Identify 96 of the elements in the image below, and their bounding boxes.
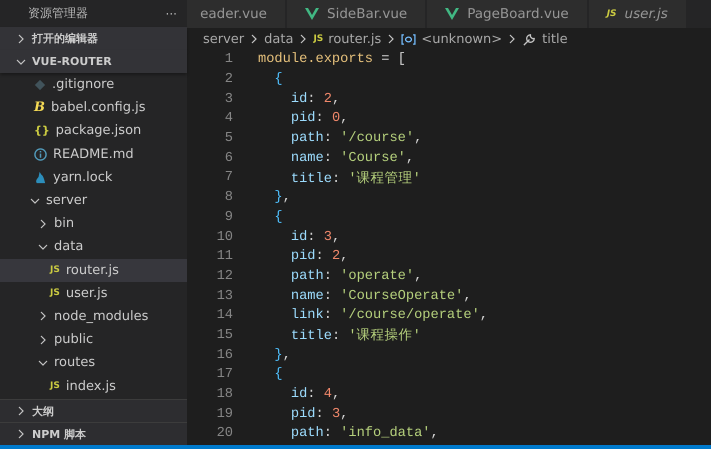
line-number: 9 [224, 210, 233, 225]
code-line: path: '/course', [290, 131, 422, 146]
vue-icon [445, 8, 460, 20]
chevron-right-icon[interactable] [16, 429, 26, 439]
info-icon [34, 148, 47, 161]
js-file-icon: JS [50, 381, 60, 392]
diamond-icon [34, 78, 46, 91]
folder-item[interactable]: public [0, 328, 187, 352]
breadcrumb-item[interactable]: <unknown> [401, 32, 502, 46]
code-line: title: '课程操作' [290, 327, 421, 344]
chevron-right-icon[interactable] [386, 34, 396, 44]
js-file-icon: JS [50, 288, 60, 298]
code-line: path: 'info_data', [290, 426, 439, 442]
more-actions[interactable]: ··· [166, 6, 177, 20]
js-file-icon: JS [313, 34, 324, 44]
code-line: name: 'Course', [290, 150, 414, 166]
chevron-right-icon[interactable] [298, 34, 308, 44]
code-line: path: 'operate', [290, 268, 422, 284]
folder-item[interactable]: data [0, 235, 187, 258]
code-line: { [273, 210, 283, 225]
line-number: 2 [224, 72, 233, 88]
section-header[interactable]: VUE-ROUTER [0, 50, 187, 73]
breadcrumb-item[interactable]: title [522, 32, 568, 46]
section-header[interactable]: 打开的编辑器 [0, 27, 187, 50]
chevron-right-icon[interactable] [38, 218, 48, 229]
code-line: id: 3, [290, 230, 340, 245]
line-number: 15 [216, 328, 233, 343]
code-line: }, [273, 190, 291, 206]
code-line: id: 4, [290, 387, 340, 402]
line-number: 10 [216, 230, 233, 245]
editor-tab[interactable]: PageBoard.vue [427, 0, 587, 28]
line-number: 14 [216, 308, 233, 324]
chevron-right-icon[interactable] [249, 34, 260, 44]
code-line: { [273, 72, 283, 88]
line-number: 13 [216, 288, 233, 304]
code-line: module.exports = [ [258, 52, 406, 68]
code-line: { [273, 367, 283, 382]
line-number: 1 [224, 52, 233, 68]
vue-icon [305, 8, 319, 20]
json-file-icon: {} [34, 124, 50, 138]
line-number: 5 [224, 131, 233, 146]
file-item[interactable]: JS index.js [0, 374, 187, 398]
chevron-down-icon[interactable] [38, 242, 48, 252]
chevron-down-icon[interactable] [16, 56, 26, 66]
chevron-right-icon[interactable] [507, 34, 518, 44]
js-file-icon: JS [50, 265, 60, 276]
line-number: 6 [224, 150, 233, 166]
line-number: 7 [224, 170, 233, 186]
wrench-icon [522, 32, 538, 46]
sidebar-title: 资源管理器 [28, 5, 88, 22]
file-item[interactable]: .gitignore [0, 73, 187, 96]
chevron-down-icon[interactable] [38, 358, 48, 368]
chevron-right-icon[interactable] [38, 334, 48, 345]
code-line: pid: 0, [290, 111, 348, 126]
chevron-down-icon[interactable] [30, 196, 40, 206]
section-header[interactable]: 大纲 [0, 399, 187, 422]
code-line: title: '课程管理' [290, 170, 421, 187]
variable-icon [401, 34, 416, 44]
chevron-right-icon[interactable] [16, 34, 26, 44]
chevron-right-icon[interactable] [16, 406, 26, 416]
code-line: id: 2, [290, 92, 340, 107]
file-item[interactable]: JS router.js [0, 258, 187, 282]
breadcrumb-item[interactable]: server [203, 32, 244, 46]
folder-item[interactable]: bin [0, 212, 187, 236]
editor-tab[interactable]: SideBar.vue [287, 0, 426, 28]
code-line: pid: 2, [290, 249, 348, 264]
file-item[interactable]: {} package.json [0, 119, 187, 143]
breadcrumb-item[interactable]: data [264, 32, 294, 46]
line-number: 11 [216, 249, 233, 264]
line-number: 17 [216, 367, 233, 382]
chevron-right-icon[interactable] [38, 311, 48, 322]
line-number: 16 [216, 348, 233, 363]
babel-file-icon: B [34, 100, 45, 116]
js-file-icon: JS [606, 9, 617, 19]
section-header[interactable]: NPM 脚本 [0, 422, 187, 445]
code-line: link: '/course/operate', [290, 308, 488, 324]
line-number: 3 [224, 92, 233, 107]
folder-item[interactable]: node_modules [0, 304, 187, 328]
line-number: 12 [216, 268, 233, 284]
folder-item[interactable]: server [0, 188, 187, 212]
line-number: 18 [216, 387, 233, 402]
line-number: 19 [216, 406, 233, 422]
line-number: 20 [216, 426, 233, 442]
file-item[interactable]: B babel.config.js [0, 96, 187, 120]
breadcrumb-item[interactable]: JS router.js [313, 32, 382, 46]
folder-item[interactable]: routes [0, 351, 187, 374]
file-item[interactable]: JS user.js [0, 282, 187, 305]
code-line: }, [273, 348, 291, 363]
file-item[interactable]: yarn.lock [0, 166, 187, 189]
code-line: pid: 3, [290, 406, 348, 422]
editor-tab[interactable]: eader.vue [187, 0, 285, 28]
file-item[interactable]: README.md [0, 142, 187, 166]
line-number: 4 [224, 111, 233, 126]
editor-tab[interactable]: JS user.js [588, 0, 686, 28]
line-number: 8 [224, 190, 233, 206]
code-line: name: 'CourseOperate', [290, 288, 472, 304]
